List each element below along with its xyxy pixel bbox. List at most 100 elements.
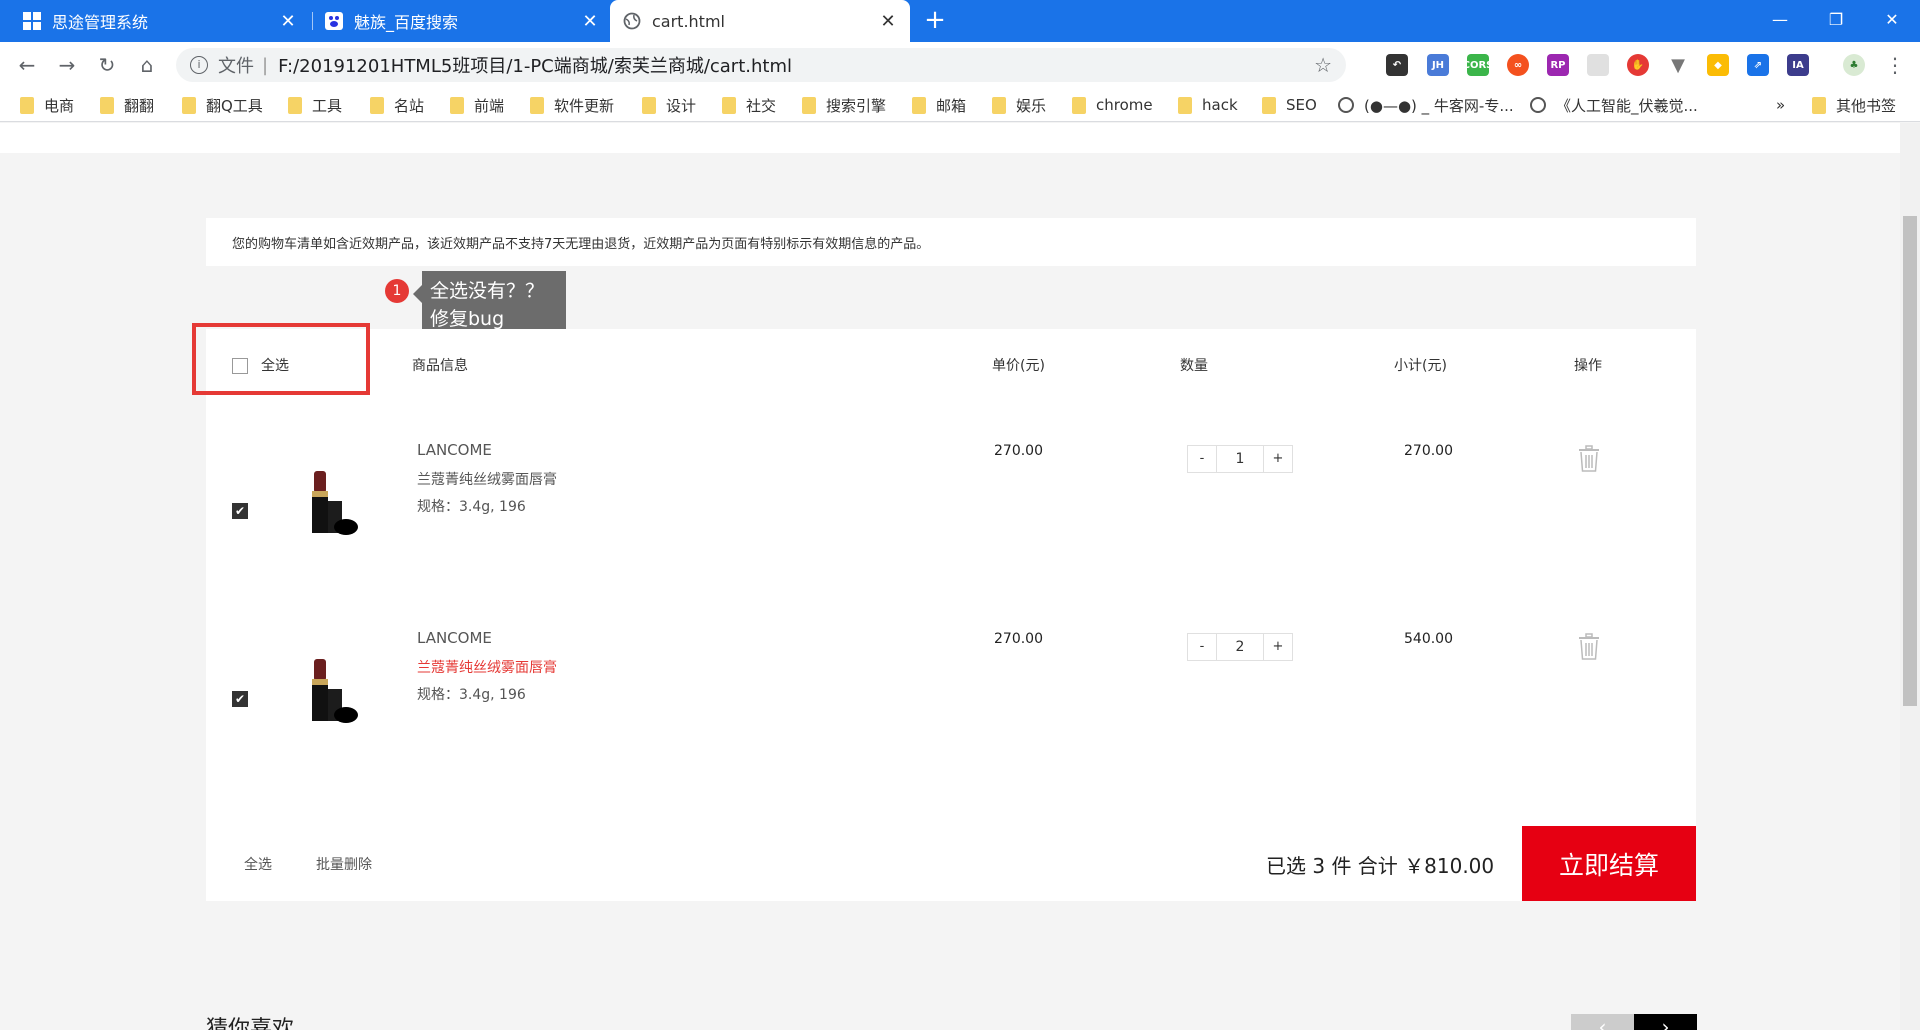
quantity-stepper: - 1 + [1187,445,1293,473]
bookmark-item[interactable]: 软件更新 [530,94,614,116]
tab-close-icon[interactable]: ✕ [878,11,898,32]
tab-title: 思途管理系统 [52,13,149,32]
bookmark-item[interactable]: 翻Q工具 [182,94,263,116]
extension-jh-icon[interactable]: JH [1427,54,1449,76]
minimize-button[interactable]: — [1752,0,1808,38]
carousel-next-button[interactable]: › [1634,1014,1697,1030]
select-all-label[interactable]: 全选 [261,355,289,375]
new-tab-button[interactable]: + [920,6,950,36]
extension-blank-icon[interactable] [1587,54,1609,76]
folder-icon [530,96,544,114]
bookmark-item[interactable]: 搜索引擎 [802,94,886,116]
tab-close-icon[interactable]: ✕ [580,11,600,32]
profile-avatar-icon[interactable]: ♣ [1843,54,1865,76]
extension-share-icon[interactable]: ⇗ [1747,54,1769,76]
bookmark-item[interactable]: 翻翻 [100,94,154,116]
increase-button[interactable]: + [1264,446,1292,472]
cart-footer: 全选 批量删除 已选 3 件 合计 ￥810.00 立即结算 [206,826,1696,901]
other-bookmarks[interactable]: 其他书签 [1812,94,1896,116]
decrease-button[interactable]: - [1188,634,1216,660]
bookmark-star-icon[interactable]: ☆ [1314,53,1332,77]
item-checkbox[interactable]: ✔ [232,691,248,707]
tab-management-system[interactable]: 思途管理系统 ✕ [10,0,310,42]
home-icon[interactable]: ⌂ [132,50,162,80]
batch-delete-link[interactable]: 批量删除 [316,854,372,874]
bookmark-item[interactable]: 工具 [288,94,342,116]
page-scrollbar[interactable] [1900,123,1920,1030]
bookmarks-bar: 电商 翻翻 翻Q工具 工具 名站 前端 软件更新 设计 社交 搜索引擎 邮箱 娱… [0,88,1920,122]
page-viewport: 您的购物车清单如含近效期产品，该近效期产品不支持7天无理由退货，近效期产品为页面… [0,123,1920,1030]
bookmark-item[interactable]: 娱乐 [992,94,1046,116]
order-summary: 已选 3 件 合计 ￥810.00 [1266,854,1495,878]
maximize-button[interactable]: ❐ [1808,0,1864,38]
menu-kebab-icon[interactable]: ⋮ [1880,50,1910,80]
folder-icon [288,96,302,114]
tab-cart[interactable]: cart.html ✕ [610,0,910,42]
baidu-paw-icon [324,11,344,31]
back-arrow-icon[interactable]: ← [12,50,42,80]
extension-ia-icon[interactable]: IA [1787,54,1809,76]
scheme-label: 文件 [218,56,254,77]
unit-price: 270.00 [994,631,1043,647]
bookmark-item[interactable]: 前端 [450,94,504,116]
address-bar[interactable]: i 文件 | F:/20191201HTML5班项目/1-PC端商城/索芙兰商城… [176,48,1346,82]
tab-strip: 思途管理系统 ✕ 魅族_百度搜索 ✕ cart.html ✕ + — ❐ ✕ [0,0,1920,42]
item-checkbox[interactable]: ✔ [232,503,248,519]
footer-select-all[interactable]: 全选 [244,854,272,874]
annotation-line: 全选没有？？ [430,280,545,302]
bookmarks-overflow-button[interactable]: » [1776,94,1785,116]
extension-vue-icon[interactable]: ▼ [1667,54,1689,76]
bookmark-item[interactable]: chrome [1072,94,1153,116]
bookmark-item[interactable]: 邮箱 [912,94,966,116]
tab-close-icon[interactable]: ✕ [278,11,298,32]
tab-title: cart.html [652,11,725,31]
trash-icon[interactable] [1578,633,1600,661]
folder-icon [992,96,1006,114]
col-actions: 操作 [1574,358,1602,374]
bookmark-item[interactable]: 社交 [722,94,776,116]
col-quantity: 数量 [1180,358,1208,374]
item-subtotal: 270.00 [1404,443,1453,459]
increase-button[interactable]: + [1264,634,1292,660]
col-product-info: 商品信息 [412,358,468,374]
decrease-button[interactable]: - [1188,446,1216,472]
carousel-prev-button[interactable]: ‹ [1571,1014,1634,1030]
product-name[interactable]: 兰蔻菁纯丝绒雾面唇膏 [417,469,557,489]
cart-row: ✔ LANCOME 兰蔻菁纯丝绒雾面唇膏 规格：3.4g, 196 270.00… [206,419,1696,609]
product-spec: 规格：3.4g, 196 [417,499,526,515]
bookmark-item[interactable]: hack [1178,94,1238,116]
toolbar: ← → ↻ ⌂ i 文件 | F:/20191201HTML5班项目/1-PC端… [0,42,1920,88]
bookmark-item[interactable]: 电商 [20,94,74,116]
bookmark-item[interactable]: 设计 [642,94,696,116]
folder-icon [1262,96,1276,114]
quantity-input[interactable]: 1 [1216,446,1264,472]
extension-rp-icon[interactable]: RP [1547,54,1569,76]
forward-arrow-icon[interactable]: → [52,50,82,80]
checkout-button[interactable]: 立即结算 [1522,826,1696,901]
bookmark-item[interactable]: 名站 [370,94,424,116]
folder-icon [370,96,384,114]
bookmark-item[interactable]: (●—●) _ 牛客网-专... [1338,94,1514,116]
trash-icon[interactable] [1578,445,1600,473]
bookmark-item[interactable]: 《人工智能_伏羲觉... [1530,94,1698,116]
select-all-checkbox[interactable] [232,358,248,374]
extension-arrow-icon[interactable]: ↶ [1386,54,1408,76]
extension-colorful-icon[interactable]: ◆ [1707,54,1729,76]
cart-row: ✔ LANCOME 兰蔻菁纯丝绒雾面唇膏 规格：3.4g, 196 270.00… [206,607,1696,797]
folder-icon [642,96,656,114]
expiry-notice: 您的购物车清单如含近效期产品，该近效期产品不支持7天无理由退货，近效期产品为页面… [206,218,1696,266]
extension-adblock-icon[interactable]: ✋ [1627,54,1649,76]
tab-baidu-search[interactable]: 魅族_百度搜索 ✕ [312,0,612,42]
bookmark-item[interactable]: SEO [1262,94,1317,116]
scrollbar-thumb[interactable] [1903,216,1917,706]
cart-table: 全选 商品信息 单价(元) 数量 小计(元) 操作 ✔ LANCOME 兰蔻菁纯… [192,323,1696,887]
extension-cors-icon[interactable]: CORS [1463,54,1493,76]
reload-icon[interactable]: ↻ [92,50,122,80]
close-window-button[interactable]: ✕ [1864,0,1920,38]
extension-infinity-icon[interactable]: ∞ [1507,54,1529,76]
carousel-controls: ‹ › [1571,1014,1697,1030]
quantity-input[interactable]: 2 [1216,634,1264,660]
info-icon[interactable]: i [190,56,208,74]
product-name[interactable]: 兰蔻菁纯丝绒雾面唇膏 [417,657,557,677]
folder-icon [912,96,926,114]
